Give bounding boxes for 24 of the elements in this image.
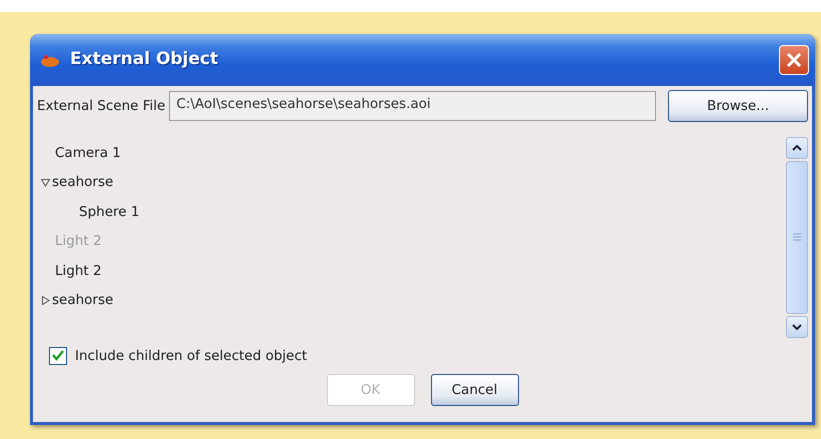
tree-item[interactable]: Camera 1 bbox=[55, 142, 121, 163]
collapsed-triangle-icon[interactable] bbox=[41, 296, 50, 305]
file-path-field[interactable]: C:\AoI\scenes\seahorse\seahorses.aoi bbox=[169, 91, 656, 121]
field-label: External Scene File bbox=[37, 96, 166, 116]
app-logo-icon bbox=[40, 52, 62, 68]
chevron-down-icon bbox=[792, 324, 802, 330]
grip-icon bbox=[793, 233, 801, 242]
checkbox[interactable] bbox=[49, 346, 67, 365]
window-title: External Object bbox=[70, 48, 218, 72]
checkmark-icon bbox=[52, 350, 64, 362]
checkbox-label: Include children of selected object bbox=[75, 346, 308, 366]
tree-item[interactable]: Sphere 1 bbox=[79, 202, 140, 222]
scroll-thumb[interactable] bbox=[786, 161, 808, 314]
chevron-up-icon bbox=[792, 145, 802, 151]
close-icon bbox=[786, 52, 802, 68]
tree-item[interactable]: seahorse bbox=[52, 290, 114, 310]
tree-item[interactable]: Light 2 bbox=[55, 260, 102, 281]
expanded-triangle-icon[interactable] bbox=[41, 178, 50, 187]
scroll-down-button[interactable] bbox=[786, 316, 808, 338]
close-button[interactable] bbox=[779, 45, 809, 75]
browse-button[interactable]: Browse... bbox=[668, 90, 808, 122]
dialog-button[interactable]: Cancel bbox=[430, 374, 518, 406]
tree-item[interactable]: seahorse bbox=[52, 172, 114, 192]
scroll-up-button[interactable] bbox=[786, 137, 808, 159]
